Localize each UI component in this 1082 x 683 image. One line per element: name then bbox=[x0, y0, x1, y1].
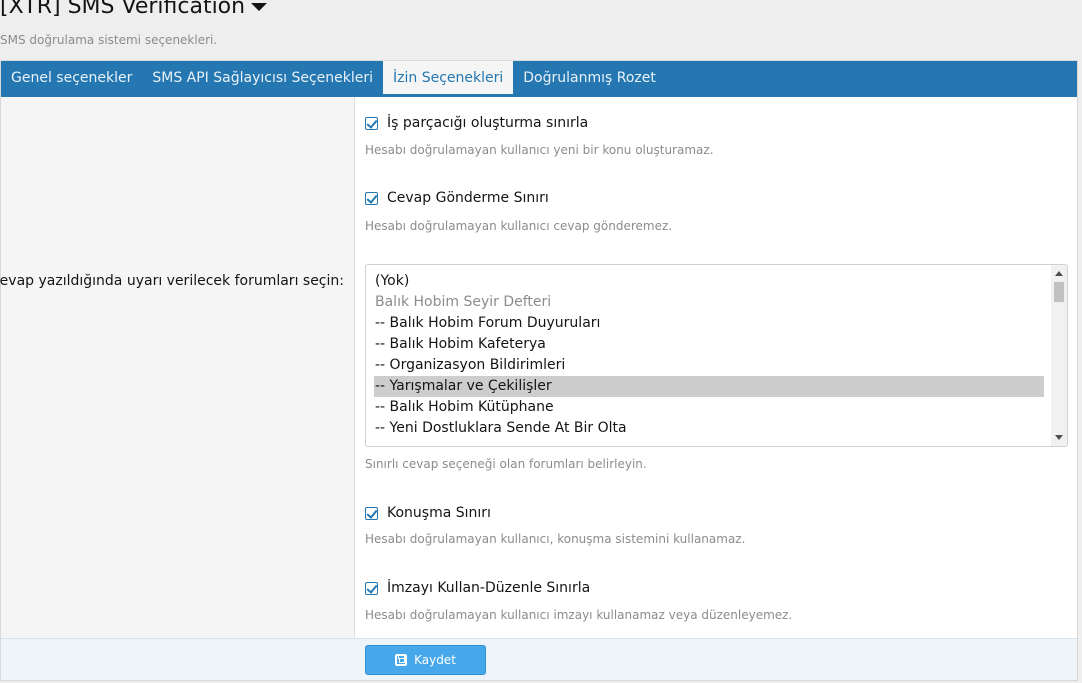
list-item[interactable]: -- Organizasyon Bildirimleri bbox=[374, 355, 1044, 376]
save-button-label: Kaydet bbox=[414, 653, 456, 667]
scroll-down-arrow-icon[interactable] bbox=[1055, 435, 1063, 440]
content-column: İş parçacığı oluşturma sınırla Hesabı do… bbox=[355, 97, 1077, 638]
tab-sms-api-provider[interactable]: SMS API Sağlayıcısı Seçenekleri bbox=[142, 61, 383, 97]
reply-limit-label: Cevap Gönderme Sınırı bbox=[387, 190, 549, 206]
signature-limit-hint: Hesabı doğrulamayan kullanıcı imzayı kul… bbox=[365, 608, 793, 622]
listbox-scrollbar[interactable] bbox=[1051, 265, 1067, 446]
thread-limit-option[interactable]: İş parçacığı oluşturma sınırla bbox=[365, 115, 588, 131]
list-item[interactable]: -- Balık Hobim Kafeterya bbox=[374, 334, 1044, 355]
floppy-disk-icon bbox=[395, 654, 408, 666]
tab-bar: Genel seçenekler SMS API Sağlayıcısı Seç… bbox=[1, 61, 1077, 97]
page-title-text: [XTR] SMS Verification bbox=[0, 0, 246, 19]
conversation-limit-hint: Hesabı doğrulamayan kullanıcı, konuşma s… bbox=[365, 532, 746, 546]
list-item[interactable]: -- Yeni Dostluklara Sende At Bir Olta bbox=[374, 418, 1044, 439]
conversation-limit-option[interactable]: Konuşma Sınırı bbox=[365, 505, 491, 521]
tab-verified-badge[interactable]: Doğrulanmış Rozet bbox=[513, 61, 666, 97]
list-item[interactable]: (Yok) bbox=[374, 271, 1044, 292]
forums-row-label: Cevap yazıldığında uyarı verilecek forum… bbox=[0, 273, 344, 289]
options-block: Genel seçenekler SMS API Sağlayıcısı Seç… bbox=[0, 60, 1078, 681]
conversation-limit-checkbox[interactable] bbox=[365, 506, 378, 520]
thread-limit-checkbox[interactable] bbox=[365, 116, 378, 130]
caret-down-icon[interactable] bbox=[251, 2, 268, 11]
scroll-thumb[interactable] bbox=[1054, 282, 1064, 302]
page-title[interactable]: [XTR] SMS Verification bbox=[0, 0, 268, 19]
labels-column: Cevap yazıldığında uyarı verilecek forum… bbox=[0, 97, 355, 638]
save-button[interactable]: Kaydet bbox=[365, 645, 486, 675]
tab-general-options[interactable]: Genel seçenekler bbox=[1, 61, 142, 97]
forums-list: (Yok) Balık Hobim Seyir Defteri -- Balık… bbox=[374, 271, 1044, 439]
list-item[interactable]: -- Balık Hobim Kütüphane bbox=[374, 397, 1044, 418]
reply-limit-option[interactable]: Cevap Gönderme Sınırı bbox=[365, 190, 549, 206]
signature-limit-checkbox[interactable] bbox=[365, 581, 378, 595]
forums-listbox[interactable]: (Yok) Balık Hobim Seyir Defteri -- Balık… bbox=[365, 264, 1068, 447]
reply-limit-hint: Hesabı doğrulamayan kullanıcı cevap gönd… bbox=[365, 219, 673, 233]
options-rows: Cevap yazıldığında uyarı verilecek forum… bbox=[0, 97, 1077, 638]
form-footer: Kaydet bbox=[1, 638, 1077, 680]
tab-permission-options[interactable]: İzin Seçenekleri bbox=[383, 61, 514, 97]
page-description: SMS doğrulama sistemi seçenekleri. bbox=[0, 33, 218, 47]
signature-limit-label: İmzayı Kullan-Düzenle Sınırla bbox=[387, 580, 591, 596]
signature-limit-option[interactable]: İmzayı Kullan-Düzenle Sınırla bbox=[365, 580, 590, 596]
conversation-limit-label: Konuşma Sınırı bbox=[387, 505, 491, 521]
list-item[interactable]: -- Balık Hobim Forum Duyuruları bbox=[374, 313, 1044, 334]
list-item-selected[interactable]: -- Yarışmalar ve Çekilişler bbox=[374, 376, 1044, 397]
forums-hint: Sınırlı cevap seçeneği olan forumları be… bbox=[365, 457, 647, 471]
reply-limit-checkbox[interactable] bbox=[365, 191, 378, 205]
thread-limit-label: İş parçacığı oluşturma sınırla bbox=[387, 115, 589, 131]
list-item-group: Balık Hobim Seyir Defteri bbox=[375, 294, 552, 310]
scroll-up-arrow-icon[interactable] bbox=[1055, 271, 1063, 276]
thread-limit-hint: Hesabı doğrulamayan kullanıcı yeni bir k… bbox=[365, 143, 714, 157]
